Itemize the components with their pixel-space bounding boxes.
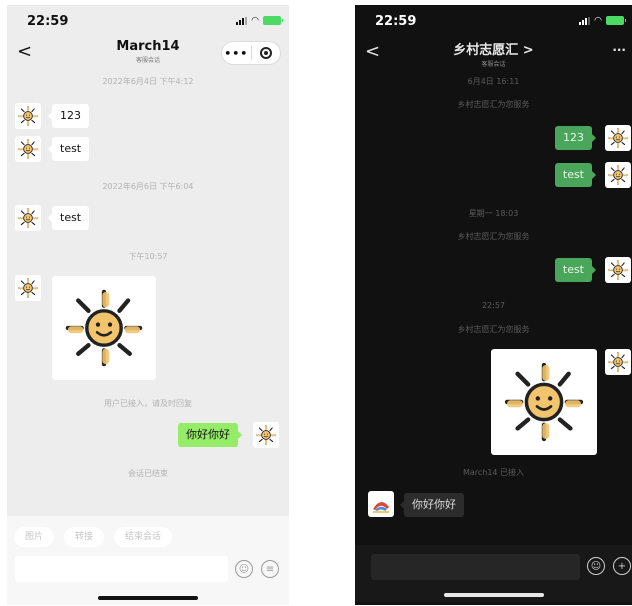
message-bubble[interactable]: test — [554, 258, 597, 282]
status-bar: 22:59 ◠ — [355, 5, 632, 33]
timestamp: 下午10:57 — [128, 252, 168, 261]
message-input[interactable] — [371, 554, 580, 580]
close-button[interactable] — [251, 47, 280, 59]
end-session-button[interactable]: 结束会话 — [114, 527, 172, 547]
nav-title-group: 乡村志愿汇 > 客服会话 — [355, 39, 632, 68]
sun-avatar-icon — [255, 424, 277, 446]
sun-avatar-icon — [607, 164, 629, 186]
page-title[interactable]: 乡村志愿汇 > — [355, 39, 632, 58]
sun-avatar-icon — [607, 127, 629, 149]
input-bar: ☺ ≡ — [7, 548, 289, 605]
avatar[interactable] — [15, 275, 41, 301]
emoji-icon[interactable]: ☺ — [587, 557, 605, 575]
sun-avatar-icon — [17, 105, 39, 127]
timestamp: 2022年6月6日 下午6:04 — [102, 182, 194, 191]
nav-bar: < 乡村志愿汇 > 客服会话 ··· — [355, 35, 632, 71]
system-notice: 会话已结束 — [128, 469, 168, 478]
message-bubble[interactable]: 123 — [48, 104, 89, 128]
wifi-icon: ◠ — [251, 15, 259, 26]
message-bubble[interactable]: test — [47, 137, 90, 161]
signal-icon — [579, 16, 591, 25]
image-message[interactable] — [491, 349, 597, 455]
sun-avatar-icon — [17, 138, 39, 160]
battery-icon — [606, 16, 626, 25]
transfer-action-button[interactable]: 转接 — [64, 527, 104, 547]
message-bubble[interactable]: 123 — [555, 126, 596, 150]
avatar[interactable] — [605, 162, 631, 188]
system-notice: 乡村志愿汇为您服务 — [457, 100, 530, 109]
system-notice: 乡村志愿汇为您服务 — [457, 232, 530, 241]
plus-icon[interactable]: + — [613, 557, 631, 575]
timestamp: 22:57 — [481, 301, 506, 310]
sun-avatar-icon — [17, 277, 39, 299]
more-button[interactable]: ••• — [222, 47, 251, 60]
home-indicator — [443, 593, 544, 597]
page-subtitle: 客服会话 — [481, 61, 506, 68]
sun-avatar-icon — [607, 351, 629, 373]
battery-icon — [263, 16, 283, 25]
message-bubble[interactable]: test — [554, 163, 597, 187]
input-bar: ☺ + — [355, 545, 632, 602]
close-icon — [259, 47, 272, 59]
image-action-button[interactable]: 图片 — [14, 527, 54, 547]
timestamp: 6月4日 16:11 — [467, 77, 520, 86]
timestamp: 2022年6月4日 下午4:12 — [102, 77, 194, 86]
status-time: 22:59 — [375, 14, 417, 29]
march14-avatar-icon — [373, 501, 389, 513]
mini-program-chat-screen: 22:59 ◠ < March14 客服会话 ••• 2022年6月4日 下午4… — [7, 5, 289, 605]
sun-drawing-image — [500, 358, 588, 446]
avatar[interactable] — [368, 491, 394, 517]
wechat-chat-screen: 22:59 ◠ < 乡村志愿汇 > 客服会话 ··· 6月4日 16:11 乡村… — [355, 5, 632, 605]
avatar[interactable] — [605, 125, 631, 151]
status-icons: ◠ — [579, 15, 626, 26]
image-message[interactable] — [52, 276, 156, 380]
status-time: 22:59 — [27, 14, 69, 29]
message-bubble[interactable]: 你好你好 — [400, 493, 464, 517]
emoji-icon[interactable]: ☺ — [235, 560, 253, 578]
system-notice: March14 已接入 — [462, 468, 525, 477]
menu-capsule: ••• — [221, 41, 281, 65]
status-icons: ◠ — [236, 15, 283, 26]
wifi-icon: ◠ — [594, 15, 602, 26]
sun-avatar-icon — [607, 259, 629, 281]
avatar[interactable] — [605, 257, 631, 283]
status-bar: 22:59 ◠ — [7, 5, 289, 33]
nav-bar: < March14 客服会话 ••• — [7, 35, 289, 71]
timestamp: 星期一 18:03 — [468, 209, 519, 218]
sun-avatar-icon — [17, 207, 39, 229]
message-bubble[interactable]: test — [47, 206, 90, 230]
signal-icon — [236, 16, 248, 25]
avatar[interactable] — [15, 136, 41, 162]
sun-drawing-image — [61, 285, 147, 371]
avatar[interactable] — [605, 349, 631, 375]
message-input[interactable] — [15, 556, 228, 582]
message-bubble[interactable]: 你好你好 — [178, 423, 242, 447]
more-button[interactable]: ··· — [612, 43, 626, 57]
avatar[interactable] — [15, 103, 41, 129]
home-indicator — [98, 596, 198, 600]
system-notice: 乡村志愿汇为您服务 — [457, 325, 530, 334]
avatar[interactable] — [253, 422, 279, 448]
avatar[interactable] — [15, 205, 41, 231]
more-icon[interactable]: ≡ — [261, 560, 279, 578]
system-notice: 用户已接入，请及时回复 — [104, 399, 192, 408]
